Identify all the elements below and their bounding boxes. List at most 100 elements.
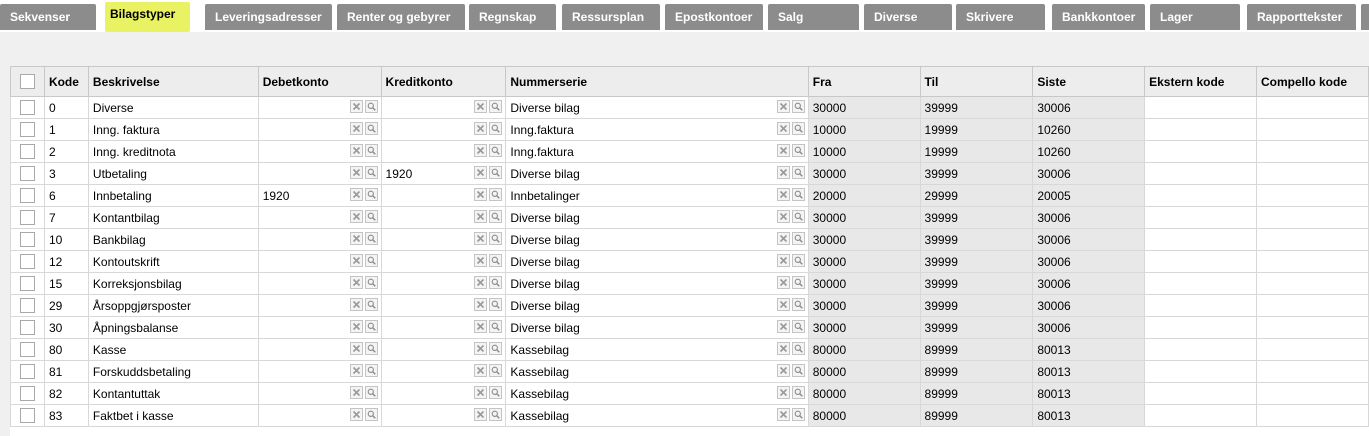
search-icon[interactable] (364, 254, 378, 267)
beskrivelse-cell[interactable]: Inng. kreditnota (87, 140, 259, 163)
search-icon[interactable] (791, 166, 805, 179)
search-icon[interactable] (489, 122, 503, 135)
clear-icon[interactable] (349, 188, 363, 201)
tab-sekvenser[interactable]: Sekvenser (0, 4, 96, 30)
row-checkbox[interactable] (10, 294, 45, 317)
clear-icon[interactable] (349, 210, 363, 223)
nummerserie-cell[interactable]: Diverse bilag (505, 96, 809, 119)
clear-icon[interactable] (349, 100, 363, 113)
debetkonto-cell[interactable] (257, 228, 382, 251)
search-icon[interactable] (791, 232, 805, 245)
kode-cell[interactable]: 0 (43, 96, 89, 119)
ekstern-kode-cell[interactable] (1144, 316, 1257, 339)
clear-icon[interactable] (776, 100, 790, 113)
table-row[interactable]: 7 Kontantbilag Diverse bilag 30000 39999 3000… (10, 206, 1369, 229)
kode-cell[interactable]: 29 (43, 294, 89, 317)
kreditkonto-cell[interactable] (380, 294, 507, 317)
debetkonto-cell[interactable] (257, 272, 382, 295)
tab-rapporttekster[interactable]: Rapporttekster (1247, 4, 1356, 30)
debetkonto-cell[interactable] (257, 118, 382, 141)
debetkonto-cell[interactable] (257, 360, 382, 383)
ekstern-kode-cell[interactable] (1144, 118, 1257, 141)
debetkonto-cell[interactable] (257, 140, 382, 163)
search-icon[interactable] (364, 144, 378, 157)
beskrivelse-cell[interactable]: Åpningsbalanse (87, 316, 259, 339)
select-all-checkbox[interactable] (10, 66, 45, 97)
search-icon[interactable] (364, 364, 378, 377)
nummerserie-cell[interactable]: Kassebilag (505, 382, 809, 405)
row-checkbox[interactable] (10, 404, 45, 427)
nummerserie-cell[interactable]: Kassebilag (505, 404, 809, 427)
table-row[interactable]: 6 Innbetaling 1920 Innbetalinger 20000 29999 2… (10, 184, 1369, 207)
kode-cell[interactable]: 81 (43, 360, 89, 383)
clear-icon[interactable] (776, 342, 790, 355)
table-row[interactable]: 29 Årsoppgjørsposter Diverse bilag 30000 399… (10, 294, 1369, 317)
row-checkbox[interactable] (10, 228, 45, 251)
nummerserie-cell[interactable]: Diverse bilag (505, 250, 809, 273)
search-icon[interactable] (489, 188, 503, 201)
search-icon[interactable] (791, 364, 805, 377)
ekstern-kode-cell[interactable] (1144, 96, 1257, 119)
kreditkonto-cell[interactable] (380, 404, 507, 427)
search-icon[interactable] (489, 232, 503, 245)
clear-icon[interactable] (349, 232, 363, 245)
clear-icon[interactable] (776, 408, 790, 421)
kreditkonto-cell[interactable] (380, 338, 507, 361)
clear-icon[interactable] (474, 122, 488, 135)
tab-epostkontoer[interactable]: Epostkontoer (665, 4, 763, 30)
search-icon[interactable] (489, 254, 503, 267)
table-row[interactable]: 15 Korreksjonsbilag Diverse bilag 30000 3999… (10, 272, 1369, 295)
kode-cell[interactable]: 83 (43, 404, 89, 427)
row-checkbox[interactable] (10, 184, 45, 207)
beskrivelse-cell[interactable]: Kontantbilag (87, 206, 259, 229)
compello-kode-cell[interactable] (1256, 404, 1369, 427)
nummerserie-cell[interactable]: Diverse bilag (505, 228, 809, 251)
col-fra[interactable]: Fra (807, 66, 921, 97)
search-icon[interactable] (791, 210, 805, 223)
kode-cell[interactable]: 1 (43, 118, 89, 141)
table-row[interactable]: 12 Kontoutskrift Diverse bilag 30000 39999 30… (10, 250, 1369, 273)
clear-icon[interactable] (776, 210, 790, 223)
debetkonto-cell[interactable] (257, 162, 382, 185)
clear-icon[interactable] (474, 342, 488, 355)
search-icon[interactable] (364, 166, 378, 179)
search-icon[interactable] (791, 100, 805, 113)
compello-kode-cell[interactable] (1256, 96, 1369, 119)
col-kreditkonto[interactable]: Kreditkonto (380, 66, 507, 97)
search-icon[interactable] (791, 408, 805, 421)
compello-kode-cell[interactable] (1256, 140, 1369, 163)
search-icon[interactable] (489, 210, 503, 223)
compello-kode-cell[interactable] (1256, 228, 1369, 251)
table-row[interactable]: 1 Inng. faktura Inng.faktura 10000 19999 1026… (10, 118, 1369, 141)
ekstern-kode-cell[interactable] (1144, 184, 1257, 207)
nummerserie-cell[interactable]: Diverse bilag (505, 294, 809, 317)
kode-cell[interactable]: 80 (43, 338, 89, 361)
kode-cell[interactable]: 7 (43, 206, 89, 229)
nummerserie-cell[interactable]: Inng.faktura (505, 118, 809, 141)
search-icon[interactable] (791, 122, 805, 135)
kreditkonto-cell[interactable] (380, 118, 507, 141)
col-compello-kode[interactable]: Compello kode (1256, 66, 1369, 97)
clear-icon[interactable] (776, 144, 790, 157)
clear-icon[interactable] (349, 342, 363, 355)
debetkonto-cell[interactable] (257, 338, 382, 361)
kode-cell[interactable]: 82 (43, 382, 89, 405)
kreditkonto-cell[interactable] (380, 184, 507, 207)
clear-icon[interactable] (349, 276, 363, 289)
beskrivelse-cell[interactable]: Faktbet i kasse (87, 404, 259, 427)
ekstern-kode-cell[interactable] (1144, 272, 1257, 295)
row-checkbox[interactable] (10, 316, 45, 339)
tab-bankkontoer[interactable]: Bankkontoer (1052, 4, 1145, 30)
clear-icon[interactable] (349, 144, 363, 157)
row-checkbox[interactable] (10, 96, 45, 119)
search-icon[interactable] (489, 320, 503, 333)
row-checkbox[interactable] (10, 206, 45, 229)
kreditkonto-cell[interactable] (380, 96, 507, 119)
kreditkonto-cell[interactable] (380, 382, 507, 405)
ekstern-kode-cell[interactable] (1144, 294, 1257, 317)
clear-icon[interactable] (474, 188, 488, 201)
kreditkonto-cell[interactable] (380, 316, 507, 339)
table-row[interactable]: 0 Diverse Diverse bilag 30000 39999 30006 (10, 96, 1369, 119)
clear-icon[interactable] (349, 386, 363, 399)
debetkonto-cell[interactable] (257, 404, 382, 427)
